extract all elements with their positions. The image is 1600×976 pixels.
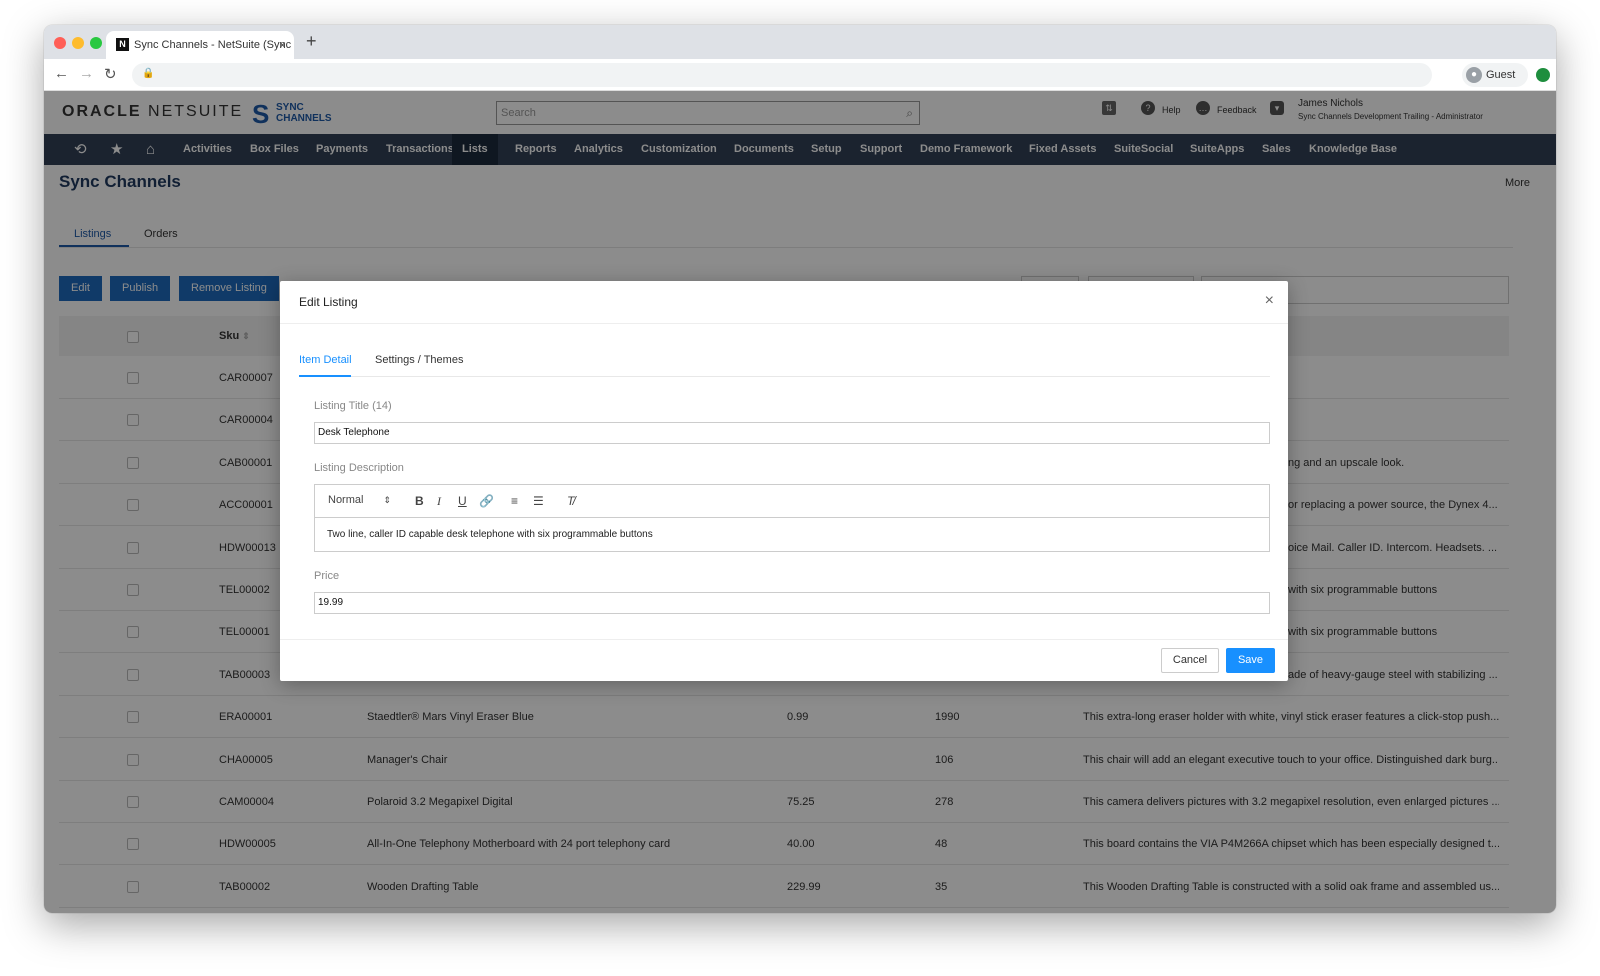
browser-tab[interactable]: N Sync Channels - NetSuite (Sync Channel…: [106, 31, 294, 59]
listing-title-input[interactable]: Desk Telephone: [314, 422, 1270, 444]
tab-item-detail[interactable]: Item Detail: [299, 354, 352, 366]
edit-listing-modal: Edit Listing × Item Detail Settings / Th…: [280, 281, 1288, 681]
italic-icon[interactable]: I: [437, 494, 441, 509]
clear-format-icon[interactable]: T̸: [567, 494, 574, 508]
browser-tabbar: N Sync Channels - NetSuite (Sync Channel…: [44, 25, 1556, 59]
format-select[interactable]: Normal ⇕: [328, 494, 391, 506]
price-input[interactable]: 19.99: [314, 592, 1270, 614]
close-tab-icon[interactable]: ×: [279, 31, 286, 59]
bullet-list-icon[interactable]: ☰: [533, 494, 544, 508]
underline-icon[interactable]: U: [458, 494, 467, 508]
description-editor: Normal ⇕ B I U 🔗 ≡ ☰ T̸ Two line, caller …: [314, 484, 1270, 552]
new-tab-button[interactable]: +: [306, 31, 317, 52]
lock-icon: 🔒: [142, 68, 155, 79]
url-field[interactable]: 🔒: [132, 63, 1432, 87]
address-bar: ← → ↻ 🔒 ● Guest: [44, 59, 1556, 91]
reload-icon[interactable]: ↻: [104, 65, 117, 83]
guest-profile-button[interactable]: ● Guest: [1462, 63, 1528, 87]
maximize-window-icon[interactable]: [90, 37, 102, 49]
modal-tab-divider: [299, 376, 1270, 377]
tab-settings-themes[interactable]: Settings / Themes: [375, 354, 463, 366]
select-arrows-icon: ⇕: [383, 495, 391, 505]
modal-title: Edit Listing: [299, 295, 358, 309]
guest-label: Guest: [1486, 69, 1516, 81]
format-select-value: Normal: [328, 494, 364, 506]
user-icon: ●: [1466, 67, 1482, 83]
modal-header: Edit Listing ×: [280, 281, 1288, 324]
cancel-button[interactable]: Cancel: [1161, 648, 1219, 673]
modal-footer-divider: [280, 639, 1288, 640]
forward-arrow-icon[interactable]: →: [79, 65, 94, 82]
close-window-icon[interactable]: [54, 37, 66, 49]
netsuite-app: ORACLE NETSUITE S SYNC CHANNELS Search ⌕ ⇅…: [44, 91, 1556, 913]
minimize-window-icon[interactable]: [72, 37, 84, 49]
bold-icon[interactable]: B: [415, 494, 424, 508]
ordered-list-icon[interactable]: ≡: [511, 494, 518, 508]
netsuite-favicon-icon: N: [116, 38, 129, 51]
listing-title-label: Listing Title (14): [314, 400, 392, 412]
save-button[interactable]: Save: [1226, 648, 1275, 673]
extension-icon[interactable]: [1536, 68, 1550, 82]
browser-window: N Sync Channels - NetSuite (Sync Channel…: [44, 25, 1556, 913]
close-icon[interactable]: ×: [1265, 292, 1274, 310]
description-text-area[interactable]: Two line, caller ID capable desk telepho…: [327, 529, 653, 540]
listing-description-label: Listing Description: [314, 462, 404, 474]
modal-active-tab-indicator: [299, 375, 351, 377]
price-label: Price: [314, 570, 340, 582]
browser-tab-title: Sync Channels - NetSuite (Sync Channels …: [134, 39, 294, 51]
back-arrow-icon[interactable]: ←: [54, 65, 69, 82]
link-icon[interactable]: 🔗: [479, 494, 494, 508]
editor-toolbar: Normal ⇕ B I U 🔗 ≡ ☰ T̸: [315, 485, 1269, 518]
